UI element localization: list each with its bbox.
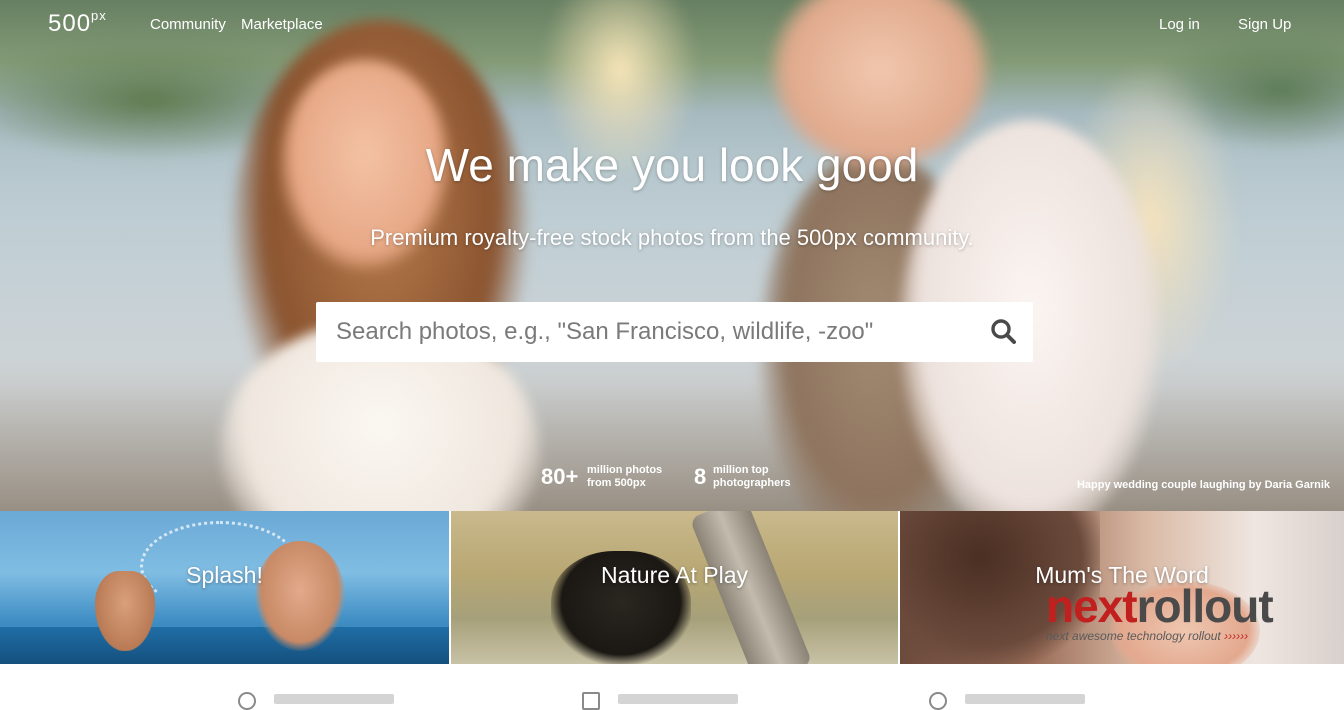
logo[interactable]: 500px [48, 8, 107, 38]
feature-strip [0, 664, 1344, 710]
photo-credit[interactable]: Happy wedding couple laughing by Daria G… [1077, 479, 1330, 491]
watermark-brand-next: next [1046, 580, 1138, 632]
category-tile-nature-at-play[interactable]: Nature At Play [451, 511, 898, 664]
login-link[interactable]: Log in [1159, 16, 1200, 33]
logo-superscript: px [91, 8, 107, 23]
category-tile-splash[interactable]: Splash! [0, 511, 449, 664]
stat-photographers-value: 8 [694, 464, 707, 489]
top-nav: 500px Community Marketplace Log in Sign … [0, 0, 1344, 50]
nextrollout-watermark: nextrollout next awesome technology roll… [1046, 583, 1274, 643]
feature-circle-icon [929, 692, 947, 710]
stat-photographers-label-line1: million top [713, 464, 769, 476]
watermark-arrows: ›››››› [1224, 629, 1249, 643]
category-tile-title: Nature At Play [600, 562, 749, 588]
feature-text-placeholder [965, 694, 1085, 704]
feature-circle-icon [238, 692, 256, 710]
nav-link-marketplace[interactable]: Marketplace [241, 16, 323, 33]
watermark-brand-rollout: rollout [1136, 580, 1274, 632]
stat-photographers-label: million top photographers [713, 464, 833, 490]
feature-text-placeholder [618, 694, 738, 704]
stat-photos-label: million photos from 500px [587, 464, 707, 490]
hero-banner: 500px Community Marketplace Log in Sign … [0, 0, 1344, 511]
signup-link[interactable]: Sign Up [1238, 16, 1291, 33]
search-input[interactable] [316, 302, 976, 362]
splash-photo-diver [255, 541, 345, 651]
feature-square-icon [582, 692, 600, 710]
stat-photos-value: 80+ [541, 464, 579, 489]
hero-headline: We make you look good [425, 139, 919, 191]
category-tile-title: Splash! [186, 562, 263, 588]
stat-photos-label-line2: from 500px [587, 477, 646, 489]
logo-text: 500 [48, 10, 92, 37]
splash-photo-water [0, 627, 449, 664]
hero-subline: Premium royalty-free stock photos from t… [370, 225, 974, 250]
stat-photographers-label-line2: photographers [713, 477, 791, 489]
nav-link-community[interactable]: Community [150, 16, 226, 33]
search-icon[interactable] [989, 317, 1019, 347]
feature-text-placeholder [274, 694, 394, 704]
stat-photos-label-line1: million photos [587, 464, 663, 476]
search-bar [316, 302, 1033, 362]
watermark-tagline: next awesome technology rollout [1046, 629, 1221, 643]
